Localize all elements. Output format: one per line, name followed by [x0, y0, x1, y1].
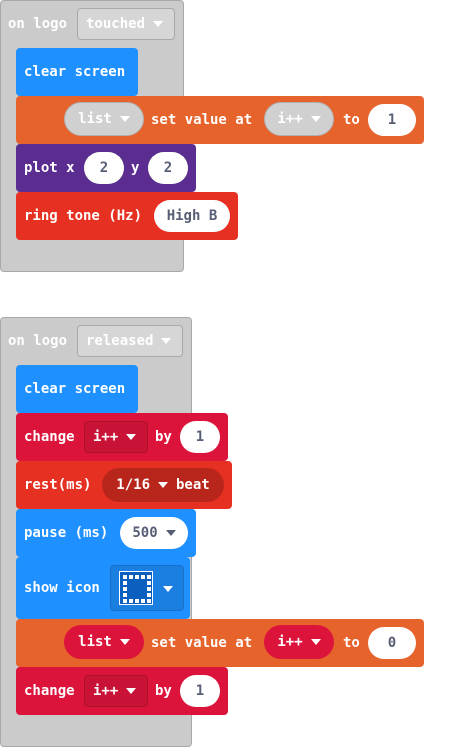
beat-unit: beat: [176, 477, 210, 493]
beat-value: 1/16: [116, 477, 150, 493]
ring-tone-label: ring tone (Hz): [24, 208, 143, 224]
logo-event-dropdown[interactable]: touched: [77, 8, 175, 40]
set-value-input[interactable]: 1: [368, 104, 416, 136]
logo-event-value: touched: [86, 16, 146, 32]
led-grid-icon: [119, 571, 153, 605]
clear-screen-block[interactable]: clear screen: [16, 48, 138, 96]
rest-label: rest(ms): [24, 477, 92, 493]
chevron-down-icon: [126, 434, 137, 440]
index-variable-dropdown[interactable]: i++: [264, 102, 334, 136]
chevron-down-icon: [153, 21, 164, 27]
icon-picker[interactable]: [110, 565, 184, 611]
chevron-down-icon: [126, 688, 137, 694]
change-variable-value: i++: [93, 429, 119, 445]
change-variable-value: i++: [93, 683, 119, 699]
beat-dropdown[interactable]: 1/16 beat: [102, 468, 224, 502]
logo-event-value: released: [86, 333, 154, 349]
by-label: by: [155, 683, 172, 699]
pause-value: 500: [132, 525, 158, 541]
plot-y-input[interactable]: 2: [148, 152, 188, 184]
clear-screen-block[interactable]: clear screen: [16, 365, 138, 413]
chevron-down-icon: [165, 530, 176, 536]
logo-event-dropdown[interactable]: released: [77, 325, 183, 357]
chevron-down-icon: [163, 586, 173, 592]
clear-screen-label: clear screen: [24, 64, 126, 80]
clear-screen-label: clear screen: [24, 381, 126, 397]
hat-label: on logo: [8, 16, 68, 32]
change-by-input[interactable]: 1: [180, 675, 220, 707]
chevron-down-icon: [161, 338, 172, 344]
note-picker[interactable]: High B: [154, 200, 230, 232]
index-variable-value: i++: [277, 111, 303, 127]
change-by-input[interactable]: 1: [180, 421, 220, 453]
chevron-down-icon: [310, 116, 321, 122]
list-variable-dropdown[interactable]: list: [64, 625, 144, 659]
pause-input[interactable]: 500: [120, 517, 188, 549]
list-variable-value: list: [78, 634, 112, 650]
change-label: change: [24, 429, 75, 445]
chevron-down-icon: [119, 116, 130, 122]
set-value-input[interactable]: 0: [368, 627, 416, 659]
index-variable-value: i++: [277, 634, 303, 650]
pause-label: pause (ms): [24, 525, 109, 541]
to-label: to: [343, 112, 360, 128]
plot-y-label: y: [131, 160, 140, 176]
show-icon-label: show icon: [24, 580, 100, 596]
change-label: change: [24, 683, 75, 699]
hat-label: on logo: [8, 333, 68, 349]
change-variable-dropdown[interactable]: i++: [84, 675, 148, 707]
set-value-at-label: set value at: [151, 112, 253, 128]
list-variable-value: list: [78, 111, 112, 127]
change-variable-dropdown[interactable]: i++: [84, 421, 148, 453]
set-value-at-label: set value at: [151, 635, 253, 651]
to-label: to: [343, 635, 360, 651]
plot-x-input[interactable]: 2: [84, 152, 124, 184]
list-variable-dropdown[interactable]: list: [64, 102, 144, 136]
by-label: by: [155, 429, 172, 445]
chevron-down-icon: [158, 482, 168, 488]
chevron-down-icon: [119, 639, 130, 645]
plot-x-label: plot x: [24, 160, 75, 176]
chevron-down-icon: [310, 639, 321, 645]
index-variable-dropdown[interactable]: i++: [264, 625, 334, 659]
